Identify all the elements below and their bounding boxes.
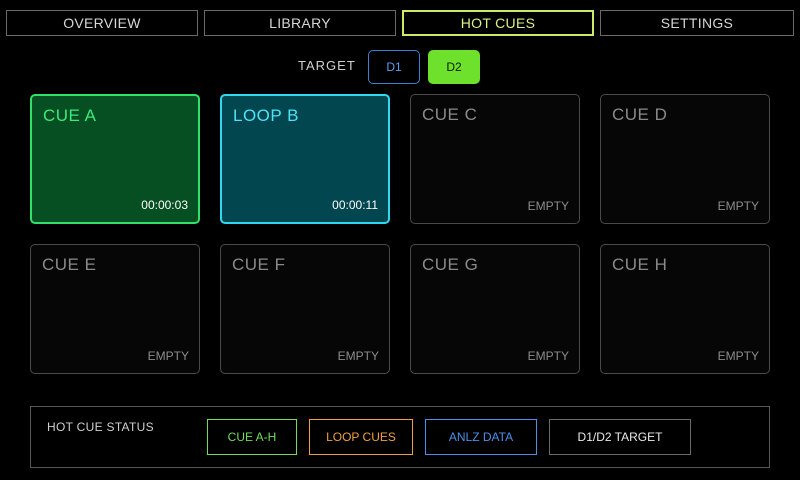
status-chip-anlz-data: ANLZ DATA bbox=[425, 419, 537, 455]
tab-library[interactable]: LIBRARY bbox=[204, 10, 396, 36]
pad-name: CUE D bbox=[612, 105, 668, 124]
pad-status: EMPTY bbox=[717, 349, 759, 363]
hot-cue-pad-b[interactable]: LOOP B 00:00:11 bbox=[220, 94, 390, 224]
hot-cue-pad-e[interactable]: CUE E EMPTY bbox=[30, 244, 200, 374]
hot-cue-pad-h[interactable]: CUE H EMPTY bbox=[600, 244, 770, 374]
hot-cue-pad-c[interactable]: CUE C EMPTY bbox=[410, 94, 580, 224]
pad-time: 00:00:03 bbox=[141, 198, 188, 212]
hot-cue-pad-g[interactable]: CUE G EMPTY bbox=[410, 244, 580, 374]
deck-d2-button[interactable]: D2 bbox=[428, 50, 480, 84]
status-chip-cue-a-h: CUE A-H bbox=[207, 419, 297, 455]
hot-cue-pad-a[interactable]: CUE A 00:00:03 bbox=[30, 94, 200, 224]
pad-status: EMPTY bbox=[527, 349, 569, 363]
pad-name: CUE F bbox=[232, 255, 286, 274]
hot-cue-pad-f[interactable]: CUE F EMPTY bbox=[220, 244, 390, 374]
pad-name: CUE H bbox=[612, 255, 668, 274]
tab-settings[interactable]: SETTINGS bbox=[600, 10, 794, 36]
status-chip-loop-cues: LOOP CUES bbox=[309, 419, 413, 455]
pad-status: EMPTY bbox=[527, 199, 569, 213]
hot-cue-status-panel: HOT CUE STATUS CUE A-H LOOP CUES ANLZ DA… bbox=[30, 406, 770, 468]
pad-status: EMPTY bbox=[717, 199, 759, 213]
pad-status: EMPTY bbox=[147, 349, 189, 363]
pad-name: LOOP B bbox=[233, 106, 299, 125]
pad-status: EMPTY bbox=[337, 349, 379, 363]
pad-name: CUE A bbox=[43, 106, 97, 125]
pad-time: 00:00:11 bbox=[332, 198, 378, 212]
status-panel-title: HOT CUE STATUS bbox=[47, 420, 154, 434]
pad-name: CUE G bbox=[422, 255, 479, 274]
deck-d1-button[interactable]: D1 bbox=[368, 50, 420, 84]
target-label: TARGET bbox=[298, 58, 356, 73]
hot-cue-pad-d[interactable]: CUE D EMPTY bbox=[600, 94, 770, 224]
pad-name: CUE C bbox=[422, 105, 478, 124]
status-chip-d1-d2-target: D1/D2 TARGET bbox=[549, 419, 691, 455]
pad-name: CUE E bbox=[42, 255, 97, 274]
tab-hot-cues[interactable]: HOT CUES bbox=[402, 10, 594, 36]
tab-overview[interactable]: OVERVIEW bbox=[6, 10, 198, 36]
